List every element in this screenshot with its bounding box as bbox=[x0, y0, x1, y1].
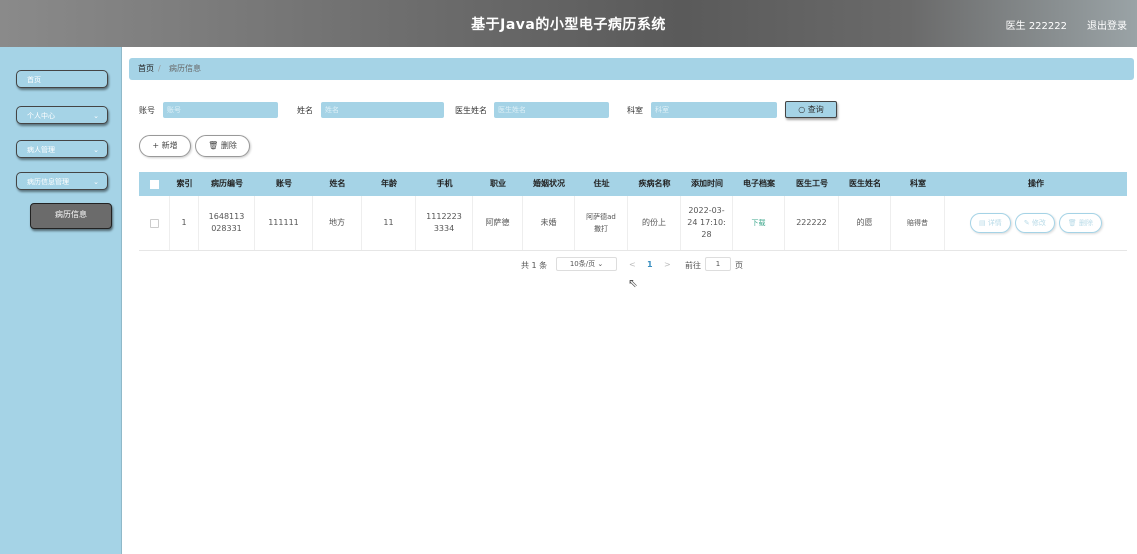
next-page-button[interactable]: > bbox=[664, 260, 671, 269]
sidebar-item-home[interactable]: 首页 bbox=[16, 70, 108, 88]
row-checkbox[interactable] bbox=[149, 218, 159, 228]
cell-record-no: 1648113028331 bbox=[199, 196, 255, 250]
delete-button[interactable]: 🗑 删除 bbox=[195, 135, 250, 157]
row-checkbox-cell bbox=[139, 196, 170, 250]
breadcrumb-separator: / bbox=[158, 64, 161, 73]
dept-label: 科室 bbox=[627, 106, 643, 115]
col-age: 年龄 bbox=[381, 179, 397, 188]
sidebar-item-patients[interactable]: 病人管理 ⌄ bbox=[16, 140, 108, 158]
add-button[interactable]: + 新增 bbox=[139, 135, 191, 157]
goto-page-input[interactable]: 1 bbox=[705, 257, 731, 271]
select-all-checkbox[interactable] bbox=[150, 180, 159, 189]
col-dept: 科室 bbox=[910, 179, 926, 188]
chevron-down-icon: ⌄ bbox=[93, 112, 99, 120]
current-user: 医生 222222 bbox=[1005, 21, 1067, 32]
col-record-no: 病历编号 bbox=[211, 179, 243, 188]
current-page[interactable]: 1 bbox=[647, 260, 653, 269]
col-disease: 疾病名称 bbox=[638, 179, 671, 188]
col-job: 职业 bbox=[490, 179, 506, 188]
sidebar-item-records[interactable]: 病历信息管理 ⌄ bbox=[16, 172, 108, 190]
name-label: 姓名 bbox=[297, 106, 313, 115]
delete-button-label: 删除 bbox=[220, 141, 237, 150]
prev-page-button[interactable]: < bbox=[629, 260, 636, 269]
col-file: 电子档案 bbox=[743, 179, 775, 188]
pagination-total: 共 1 条 bbox=[521, 261, 548, 270]
sidebar-item-label: 病人管理 bbox=[27, 146, 55, 154]
trash-icon: 🗑 bbox=[1067, 219, 1080, 227]
app-title: 基于Java的小型电子病历系统 bbox=[471, 17, 666, 33]
logout-link[interactable]: 退出登录 bbox=[1087, 17, 1127, 32]
search-icon: ○ bbox=[798, 105, 806, 114]
col-name: 姓名 bbox=[329, 179, 346, 188]
sidebar: 首页 个人中心 ⌄ 病人管理 ⌄ 病历信息管理 ⌄ bbox=[0, 47, 122, 554]
dept-input[interactable] bbox=[651, 102, 777, 118]
col-marital: 婚姻状况 bbox=[533, 179, 565, 188]
col-time: 添加时间 bbox=[691, 179, 723, 188]
page-size-value: 10条/页 bbox=[569, 260, 596, 268]
download-link[interactable]: 下载 bbox=[752, 217, 766, 229]
cell-dept: 賠得昔 bbox=[891, 196, 945, 250]
doctor-name-label: 医生姓名 bbox=[455, 106, 487, 115]
sidebar-item-label: 首页 bbox=[27, 76, 41, 84]
table-header: 索引 病历编号 账号 姓名 年龄 手机 职业 婚姻状况 住址 疾病名称 添加时间… bbox=[139, 172, 1127, 196]
sidebar-item-label: 病历信息管理 bbox=[27, 178, 69, 186]
goto-label: 前往 bbox=[685, 261, 701, 270]
doctor-name-input[interactable] bbox=[494, 102, 609, 118]
cell-doctor-name: 的愿 bbox=[839, 196, 891, 250]
row-delete-button-label: 删除 bbox=[1079, 219, 1094, 227]
edit-icon: ✎ bbox=[1023, 219, 1032, 227]
detail-button-label: 详情 bbox=[987, 219, 1002, 227]
cell-address: 阿萨德ad撒打 bbox=[575, 196, 628, 250]
sidebar-item-profile[interactable]: 个人中心 ⌄ bbox=[16, 106, 108, 124]
cell-index: 1 bbox=[170, 196, 199, 250]
breadcrumb-home[interactable]: 首页 bbox=[138, 58, 154, 80]
col-index: 索引 bbox=[176, 179, 193, 188]
page-unit-label: 页 bbox=[735, 261, 743, 270]
cell-age: 11 bbox=[362, 196, 416, 250]
chevron-down-icon: ⌄ bbox=[93, 178, 99, 186]
row-delete-button[interactable]: 🗑 删除 bbox=[1058, 213, 1103, 233]
cell-doctor-id: 222222 bbox=[785, 196, 839, 250]
cell-time: 2022-03-24 17:10:28 bbox=[681, 196, 733, 250]
col-doctor-name: 医生姓名 bbox=[849, 179, 881, 188]
cell-phone: 11122233334 bbox=[416, 196, 473, 250]
cell-job: 阿萨德 bbox=[473, 196, 523, 250]
edit-button[interactable]: ✎ 修改 bbox=[1014, 213, 1055, 233]
search-button[interactable]: ○ 查询 bbox=[785, 101, 837, 118]
col-doctor-id: 医生工号 bbox=[796, 179, 828, 188]
col-account: 账号 bbox=[276, 179, 292, 188]
cell-actions: ▤ 详情 ✎ 修改 🗑 删除 bbox=[945, 196, 1127, 250]
col-address: 住址 bbox=[593, 179, 610, 188]
top-header: 基于Java的小型电子病历系统 医生 222222 退出登录 bbox=[0, 0, 1137, 47]
trash-icon: 🗑 bbox=[208, 141, 219, 150]
table-row: 1 1648113028331 111111 地方 11 11122233334… bbox=[139, 196, 1127, 251]
cell-marital: 未婚 bbox=[523, 196, 575, 250]
chevron-down-icon: ⌄ bbox=[93, 146, 99, 154]
search-button-label: 查询 bbox=[807, 105, 824, 114]
account-input[interactable] bbox=[163, 102, 278, 118]
cell-account: 111111 bbox=[255, 196, 313, 250]
account-label: 账号 bbox=[139, 106, 155, 115]
cell-disease: 的份上 bbox=[628, 196, 681, 250]
col-actions: 操作 bbox=[1028, 179, 1044, 188]
add-button-label: 新增 bbox=[161, 141, 178, 150]
cell-name: 地方 bbox=[313, 196, 362, 250]
mouse-cursor-icon: ⇖ bbox=[628, 276, 639, 290]
name-input[interactable] bbox=[321, 102, 444, 118]
detail-button[interactable]: ▤ 详情 bbox=[969, 213, 1011, 233]
col-phone: 手机 bbox=[436, 179, 453, 188]
breadcrumb: 首页 / 病历信息 bbox=[129, 58, 1134, 80]
sidebar-item-label: 个人中心 bbox=[27, 112, 55, 120]
page-size-select[interactable]: 10条/页 ⌄ bbox=[556, 257, 617, 271]
breadcrumb-current: 病历信息 bbox=[169, 64, 201, 73]
sidebar-subitem-records[interactable]: 病历信息 bbox=[30, 203, 112, 229]
cell-file: 下载 bbox=[733, 196, 785, 250]
chevron-down-icon: ⌄ bbox=[597, 260, 604, 268]
document-icon: ▤ bbox=[978, 219, 988, 227]
edit-button-label: 修改 bbox=[1031, 219, 1046, 227]
plus-icon: + bbox=[152, 141, 160, 150]
